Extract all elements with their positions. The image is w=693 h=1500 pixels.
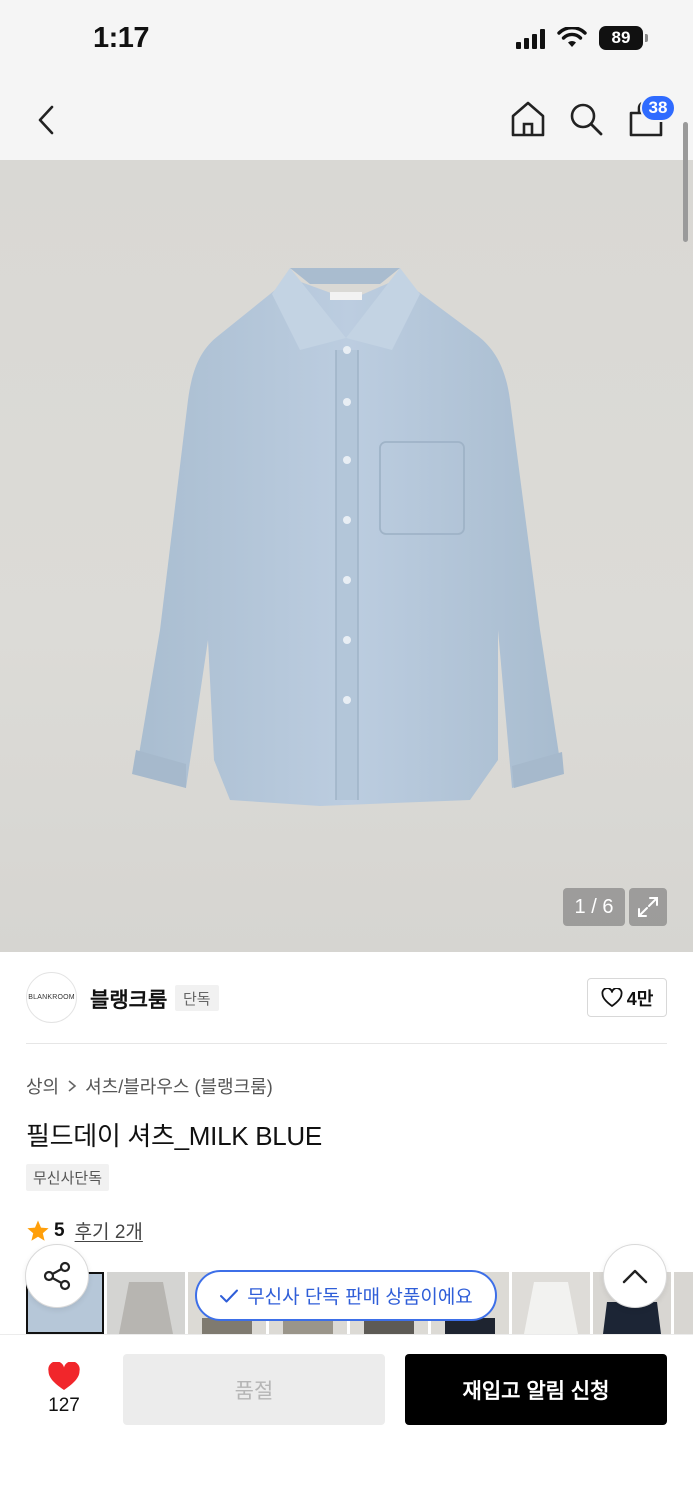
breadcrumb-category[interactable]: 상의 [26, 1073, 59, 1099]
share-icon [43, 1261, 71, 1291]
top-nav-bar [0, 80, 693, 160]
chevron-right-icon [68, 1080, 77, 1092]
share-button[interactable] [25, 1244, 89, 1308]
shirt-illustration [132, 268, 564, 806]
check-icon [220, 1289, 239, 1302]
brand-logo-text: BLANKROOM [28, 994, 75, 1001]
brand-like-button[interactable]: 4만 [587, 978, 667, 1017]
heart-filled-icon [48, 1361, 80, 1390]
back-button[interactable] [28, 100, 64, 140]
home-icon [511, 101, 545, 137]
breadcrumb: 상의 셔츠/블라우스 (블랭크룸) [26, 1073, 273, 1099]
product-like-button[interactable]: 127 [30, 1356, 98, 1422]
image-counter: 1 / 6 [563, 888, 625, 926]
chevron-left-icon [38, 105, 54, 135]
star-icon [27, 1220, 49, 1241]
exclusive-sale-notice: 무신사 단독 판매 상품이에요 [195, 1270, 497, 1321]
divider [26, 1043, 667, 1044]
status-time: 1:17 [93, 22, 150, 54]
rating-score: 5 [54, 1219, 65, 1241]
brand-exclusive-tag: 단독 [175, 985, 219, 1011]
expand-image-button[interactable] [629, 888, 667, 926]
scroll-to-top-button[interactable] [603, 1244, 667, 1308]
product-like-count: 127 [48, 1394, 80, 1416]
restock-alert-button[interactable]: 재입고 알림 신청 [405, 1354, 667, 1425]
thumbnail-item[interactable] [512, 1272, 590, 1334]
thumbnail-item[interactable] [107, 1272, 185, 1334]
search-button[interactable] [566, 98, 606, 140]
exclusive-tag: 무신사단독 [26, 1164, 110, 1191]
wifi-icon [557, 27, 587, 47]
review-link[interactable]: 후기 2개 [75, 1217, 143, 1244]
page-scrollbar[interactable] [683, 122, 688, 242]
cart-count-badge: 38 [640, 94, 676, 122]
product-title: 필드데이 셔츠_MILK BLUE [26, 1121, 322, 1151]
battery-icon: 89 [599, 26, 648, 50]
chevron-up-icon [622, 1269, 648, 1284]
heart-outline-icon [601, 987, 623, 1007]
brand-name[interactable]: 블랭크룸 [90, 984, 167, 1014]
exclusive-sale-notice-text: 무신사 단독 판매 상품이에요 [247, 1287, 473, 1308]
status-icons: 89 [516, 26, 648, 50]
sold-out-button[interactable]: 품절 [123, 1354, 385, 1425]
rating-row: 5 후기 2개 [26, 1217, 143, 1244]
home-button[interactable] [508, 98, 548, 140]
expand-icon [638, 897, 658, 917]
product-image[interactable] [0, 160, 693, 952]
brand-like-count: 4만 [626, 988, 654, 1009]
search-icon [570, 103, 603, 136]
cellular-signal-icon [516, 27, 545, 49]
brand-logo[interactable]: BLANKROOM [26, 972, 77, 1023]
breadcrumb-subcategory[interactable]: 셔츠/블라우스 (블랭크룸) [85, 1073, 273, 1099]
status-bar: 1:17 89 [0, 0, 693, 80]
battery-level: 89 [611, 28, 631, 47]
thumbnail-item[interactable] [674, 1272, 693, 1334]
